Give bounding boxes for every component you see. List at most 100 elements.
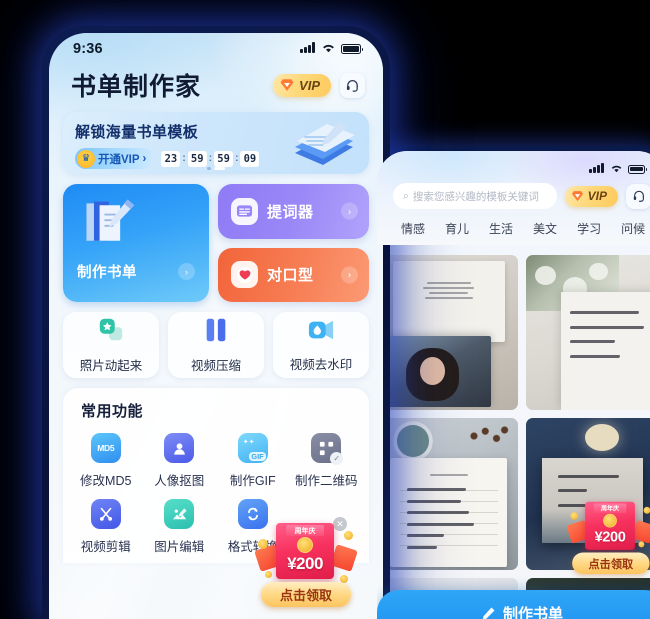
chevron-right-icon: ›: [178, 263, 195, 280]
battery-full-icon: [628, 164, 647, 174]
diamond-icon: [571, 191, 583, 202]
search-input[interactable]: ⌕ 搜索您感兴趣的模板关键词: [393, 183, 557, 209]
battery-full-icon: [341, 44, 363, 54]
countdown-minutes: 59: [187, 150, 207, 167]
phone2-header: ⌕ 搜索您感兴趣的模板关键词 VIP 情感 育儿 生活 美文 学习 问候: [377, 151, 650, 245]
wifi-icon: [610, 160, 623, 178]
coin-icon: [603, 513, 617, 528]
book-pencil-icon: [75, 194, 141, 257]
function-video-edit[interactable]: 视频剪辑: [69, 499, 143, 555]
open-vip-button[interactable]: ♛ 开通VIP ›: [75, 148, 155, 169]
tab-wenhou[interactable]: 问候: [621, 220, 645, 237]
template-card[interactable]: [385, 255, 518, 410]
create-booklist-cta[interactable]: 制作书单: [377, 590, 650, 619]
vip-badge[interactable]: VIP: [273, 73, 331, 97]
phone-device-secondary: ⌕ 搜索您感兴趣的模板关键词 VIP 情感 育儿 生活 美文 学习 问候 周年庆…: [372, 146, 650, 619]
search-placeholder: 搜索您感兴趣的模板关键词: [412, 190, 539, 203]
video-edit-icon: [90, 499, 121, 529]
document-stack-icon: [281, 119, 361, 171]
headset-icon: [633, 190, 644, 202]
diamond-icon: [280, 79, 294, 91]
gif-icon: GIF ✦✦: [237, 433, 268, 463]
header-actions: VIP: [273, 72, 365, 98]
tool-label: 照片动起来: [79, 359, 143, 373]
redpacket-tag: 周年庆: [593, 503, 627, 513]
tool-photo-animate[interactable]: 照片动起来: [63, 312, 159, 378]
category-tabs[interactable]: 情感 育儿 生活 美文 学习 问候: [387, 209, 650, 245]
vip-badge[interactable]: VIP: [564, 185, 618, 207]
phone1-screen: 9:36 书单制作家 VIP 解锁海量书单模板 ♛ 开通VIP › 23: 5…: [49, 33, 383, 619]
redpacket-claim-button[interactable]: 点击领取: [572, 552, 650, 574]
tool-video-compress[interactable]: 视频压缩: [168, 312, 264, 378]
tab-xuexi[interactable]: 学习: [577, 220, 601, 237]
support-button[interactable]: [340, 72, 365, 98]
image-edit-icon: [164, 499, 195, 529]
function-gif[interactable]: GIF ✦✦ 制作GIF: [216, 433, 290, 489]
cta-label: 制作书单: [502, 605, 563, 619]
redpacket-tag: 周年庆: [286, 525, 324, 536]
countdown-ms: 09: [240, 150, 260, 167]
function-label: 图片编辑: [154, 540, 205, 554]
redpacket-amount: ¥200: [594, 528, 626, 545]
app-header: 书单制作家 VIP: [49, 63, 383, 103]
tab-meiwen[interactable]: 美文: [533, 220, 557, 237]
countdown-timer: 23 : 59 : 59 : 09: [161, 150, 260, 167]
page-title: 书单制作家: [71, 73, 202, 101]
function-md5[interactable]: MD5 修改MD5: [69, 433, 143, 489]
redpacket-promo[interactable]: ✕ 周年庆 ¥200 点击领取: [254, 517, 358, 607]
crown-icon: ♛: [77, 149, 95, 168]
headset-icon: [346, 79, 358, 92]
template-card[interactable]: [385, 418, 518, 570]
function-label: 制作二维码: [294, 474, 358, 488]
vip-promo-banner[interactable]: 解锁海量书单模板 ♛ 开通VIP › 23 : 59 : 59 : 09: [63, 112, 369, 174]
teleprompter-card[interactable]: 提词器 ›: [218, 184, 369, 239]
tool-label: 视频压缩: [190, 359, 241, 373]
function-label: 人像抠图: [154, 474, 205, 488]
phone2-search-row: ⌕ 搜索您感兴趣的模板关键词 VIP: [387, 181, 650, 209]
make-booklist-card[interactable]: 制作书单 ›: [63, 184, 209, 302]
status-time: 9:36: [73, 41, 103, 57]
support-button[interactable]: [626, 183, 650, 209]
tab-shenghuo[interactable]: 生活: [489, 220, 513, 237]
redpacket-amount: ¥200: [287, 554, 323, 573]
tool-video-watermark[interactable]: 视频去水印: [273, 312, 369, 378]
portrait-cutout-icon: [164, 433, 195, 463]
function-image-edit[interactable]: 图片编辑: [143, 499, 217, 555]
photo-animate-icon: [96, 316, 126, 349]
tab-yuer[interactable]: 育儿: [445, 220, 469, 237]
function-portrait-cutout[interactable]: 人像抠图: [143, 433, 217, 489]
signal-bars-icon: [300, 40, 316, 58]
video-watermark-icon: [306, 317, 336, 348]
chevron-right-icon: ›: [341, 202, 358, 220]
md5-icon: MD5: [90, 433, 121, 463]
phone-device-primary: 9:36 书单制作家 VIP 解锁海量书单模板 ♛ 开通VIP › 23: 5…: [42, 26, 390, 619]
teleprompter-icon: [231, 197, 258, 225]
countdown-sep: :: [182, 153, 186, 164]
tool-shortcuts: 照片动起来 视频压缩 视频去水印: [63, 312, 369, 378]
qrcode-icon: ✓: [311, 433, 344, 465]
make-booklist-label: 制作书单: [77, 265, 137, 281]
teleprompter-label: 提词器: [267, 203, 314, 221]
function-qrcode[interactable]: ✓ 制作二维码: [290, 433, 364, 489]
video-compress-icon: [202, 316, 230, 349]
tab-qinggan[interactable]: 情感: [401, 220, 425, 237]
redpacket-claim-button[interactable]: 点击领取: [261, 582, 351, 607]
lips-icon: [231, 261, 258, 289]
countdown-sep: :: [235, 153, 239, 164]
screenshot-stage: ⌕ 搜索您感兴趣的模板关键词 VIP 情感 育儿 生活 美文 学习 问候 周年庆…: [0, 0, 650, 619]
phone2-status-bar: [387, 157, 650, 181]
banner-pagination[interactable]: [207, 167, 225, 170]
lipsync-card[interactable]: 对口型 ›: [218, 247, 369, 302]
function-label: 制作GIF: [229, 474, 276, 488]
panel-title: 常用功能: [81, 403, 144, 420]
lipsync-label: 对口型: [267, 267, 314, 285]
countdown-sep: :: [208, 153, 213, 164]
wifi-icon: [321, 40, 336, 58]
system-icons: [300, 40, 363, 58]
status-bar: 9:36: [49, 33, 383, 63]
countdown-seconds: 59: [214, 150, 234, 167]
template-card[interactable]: [526, 255, 650, 410]
function-label: 修改MD5: [80, 474, 132, 488]
tool-label: 视频去水印: [289, 358, 353, 372]
redpacket-promo[interactable]: 周年庆 ¥200 点击领取: [555, 488, 650, 574]
